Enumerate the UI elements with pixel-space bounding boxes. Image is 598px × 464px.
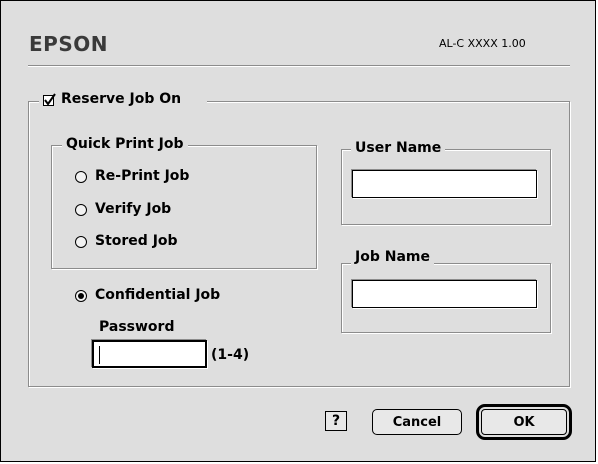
reprint-job-label[interactable]: Re-Print Job [95,168,189,184]
confidential-job-radio[interactable] [75,290,87,302]
user-name-legend: User Name [351,140,446,156]
cancel-button[interactable]: Cancel [372,409,462,435]
password-length-hint: (1-4) [211,347,250,363]
job-name-field[interactable] [352,280,537,308]
quick-print-legend: Quick Print Job [62,136,188,152]
password-label: Password [99,319,175,335]
stored-job-radio[interactable] [75,236,87,248]
user-name-field[interactable] [352,170,537,198]
job-name-legend: Job Name [351,249,434,265]
verify-job-label[interactable]: Verify Job [95,201,171,217]
confidential-job-label[interactable]: Confidential Job [95,287,220,303]
header-divider [28,65,570,67]
reserve-job-checkbox[interactable] [43,93,56,106]
brand-logo: EPSON [29,32,108,56]
password-field[interactable] [92,340,207,368]
text-caret [99,346,100,364]
verify-job-radio[interactable] [75,204,87,216]
help-button[interactable]: ? [325,411,347,431]
stored-job-label[interactable]: Stored Job [95,233,178,249]
reserve-job-dialog: EPSON AL-C XXXX 1.00 Reserve Job On Quic… [0,0,596,462]
help-question-icon: ? [331,413,341,429]
driver-version: AL-C XXXX 1.00 [439,37,526,50]
checkmark-icon [44,93,56,106]
reserve-job-label[interactable]: Reserve Job On [61,91,181,107]
reserve-job-legend: Reserve Job On [39,91,207,111]
reprint-job-radio[interactable] [75,171,87,183]
quick-print-group [51,145,317,269]
ok-button[interactable]: OK [476,404,572,440]
